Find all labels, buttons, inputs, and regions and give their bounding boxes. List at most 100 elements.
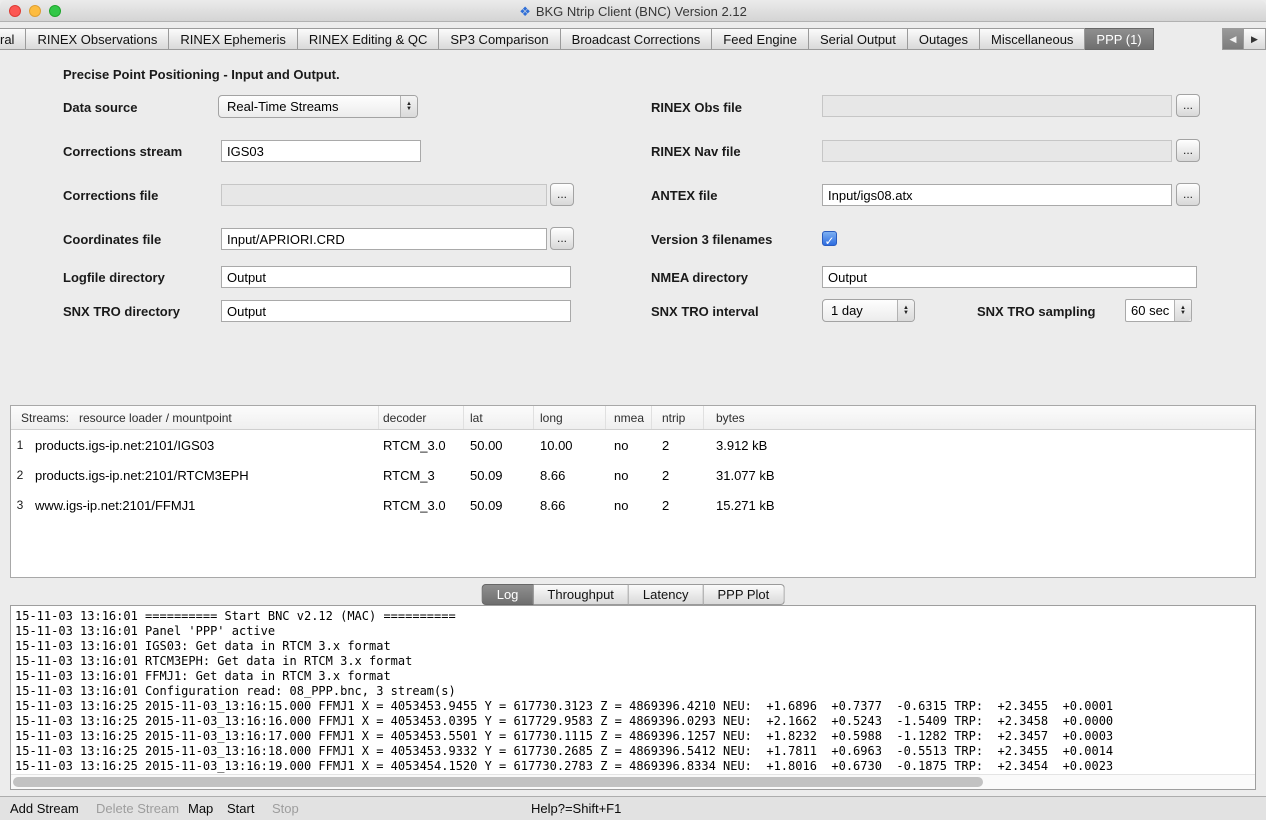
spinner-arrows-icon[interactable]: ▲▼: [1174, 300, 1191, 321]
tab-label: Outages: [919, 32, 968, 47]
log-tabbar: Log Throughput Latency PPP Plot: [482, 584, 785, 605]
version3-filenames-checkbox[interactable]: ✓: [822, 231, 837, 246]
tab-ppp[interactable]: PPP (1): [1085, 28, 1153, 50]
cell-bytes: 3.912 kB: [704, 438, 1255, 453]
tab-label: Miscellaneous: [991, 32, 1073, 47]
window-titlebar[interactable]: ❖ BKG Ntrip Client (BNC) Version 2.12: [0, 0, 1266, 22]
column-header-bytes: bytes: [704, 406, 1255, 429]
tab-broadcast-corrections[interactable]: Broadcast Corrections: [561, 28, 713, 50]
tab-miscellaneous[interactable]: Miscellaneous: [980, 28, 1085, 50]
cell-mountpoint: products.igs-ip.net:2101/RTCM3EPH: [29, 468, 379, 483]
cell-nmea: no: [606, 498, 652, 513]
map-button[interactable]: Map: [188, 801, 213, 816]
rinex-obs-file-browse-button[interactable]: ...: [1176, 94, 1200, 117]
tab-label: PPP (1): [1096, 32, 1141, 47]
tab-outages[interactable]: Outages: [908, 28, 980, 50]
combo-arrows-icon: ▲▼: [400, 96, 417, 117]
snx-tro-interval-label: SNX TRO interval: [651, 304, 759, 319]
chevron-right-icon: ▶: [1251, 34, 1258, 45]
corrections-file-browse-button[interactable]: ...: [550, 183, 574, 206]
corrections-file-input: [221, 184, 547, 206]
tab-rinex-editing-qc[interactable]: RINEX Editing & QC: [298, 28, 440, 50]
data-source-select[interactable]: Real-Time Streams ▲▼: [218, 95, 418, 118]
coordinates-file-input[interactable]: [221, 228, 547, 250]
help-hint: Help?=Shift+F1: [531, 801, 621, 816]
data-source-value: Real-Time Streams: [219, 99, 338, 114]
logfile-directory-input[interactable]: [221, 266, 571, 288]
tab-scroll-right-button[interactable]: ▶: [1244, 28, 1266, 50]
antex-file-browse-button[interactable]: ...: [1176, 183, 1200, 206]
app-icon: ❖: [519, 5, 531, 18]
version3-filenames-label: Version 3 filenames: [651, 232, 772, 247]
corrections-stream-label: Corrections stream: [63, 144, 182, 159]
cell-bytes: 31.077 kB: [704, 468, 1255, 483]
rinex-nav-file-browse-button[interactable]: ...: [1176, 139, 1200, 162]
tab-rinex-ephemeris[interactable]: RINEX Ephemeris: [169, 28, 297, 50]
streams-table: Streams: resource loader / mountpoint de…: [10, 405, 1256, 578]
cell-lat: 50.09: [464, 498, 534, 513]
cell-decoder: RTCM_3: [379, 468, 464, 483]
log-line: 15-11-03 13:16:25 2015-11-03_13:16:19.00…: [15, 759, 1113, 774]
start-button[interactable]: Start: [227, 801, 254, 816]
tab-feed-engine[interactable]: Feed Engine: [712, 28, 809, 50]
tab-label: SP3 Comparison: [450, 32, 548, 47]
bnc-window: ❖ BKG Ntrip Client (BNC) Version 2.12 ra…: [0, 0, 1266, 820]
column-header-decoder: decoder: [379, 406, 464, 429]
rinex-nav-file-label: RINEX Nav file: [651, 144, 741, 159]
tab-rinex-observations[interactable]: RINEX Observations: [26, 28, 169, 50]
snx-tro-sampling-spinner[interactable]: 60 sec ▲▼: [1125, 299, 1192, 322]
antex-file-label: ANTEX file: [651, 188, 717, 203]
column-header-ntrip: ntrip: [652, 406, 704, 429]
streams-table-header: Streams: resource loader / mountpoint de…: [11, 406, 1255, 430]
tab-label: Serial Output: [820, 32, 896, 47]
column-header-lat: lat: [464, 406, 534, 429]
cell-lat: 50.00: [464, 438, 534, 453]
coordinates-file-browse-button[interactable]: ...: [550, 227, 574, 250]
log-line: 15-11-03 13:16:01 RTCM3EPH: Get data in …: [15, 654, 1113, 669]
add-stream-button[interactable]: Add Stream: [10, 801, 79, 816]
log-line: 15-11-03 13:16:01 FFMJ1: Get data in RTC…: [15, 669, 1113, 684]
tab-ppp-plot[interactable]: PPP Plot: [703, 584, 784, 605]
tab-scrollers: ◀ ▶: [1222, 28, 1266, 50]
tab-serial-output[interactable]: Serial Output: [809, 28, 908, 50]
stream-row[interactable]: 3 www.igs-ip.net:2101/FFMJ1 RTCM_3.0 50.…: [11, 490, 1255, 520]
cell-decoder: RTCM_3.0: [379, 498, 464, 513]
tab-label: RINEX Editing & QC: [309, 32, 428, 47]
tab-general-partial[interactable]: ral: [0, 28, 26, 50]
tab-sp3-comparison[interactable]: SP3 Comparison: [439, 28, 560, 50]
checkmark-icon: ✓: [824, 234, 834, 248]
log-horizontal-scrollbar[interactable]: [11, 774, 1255, 789]
cell-ntrip: 2: [652, 438, 704, 453]
tab-scroll-left-button[interactable]: ◀: [1222, 28, 1244, 50]
main-tabbar: ral RINEX Observations RINEX Ephemeris R…: [0, 28, 1222, 50]
cell-nmea: no: [606, 468, 652, 483]
column-header-long: long: [534, 406, 606, 429]
snx-tro-interval-select[interactable]: 1 day ▲▼: [822, 299, 915, 322]
logfile-directory-label: Logfile directory: [63, 270, 165, 285]
antex-file-input[interactable]: [822, 184, 1172, 206]
rinex-obs-file-input: [822, 95, 1172, 117]
snx-tro-interval-value: 1 day: [823, 303, 863, 318]
delete-stream-button: Delete Stream: [96, 801, 179, 816]
stream-row[interactable]: 1 products.igs-ip.net:2101/IGS03 RTCM_3.…: [11, 430, 1255, 460]
scrollbar-thumb[interactable]: [13, 777, 983, 787]
cell-bytes: 15.271 kB: [704, 498, 1255, 513]
cell-long: 10.00: [534, 438, 606, 453]
snx-tro-sampling-value: 60 sec: [1126, 303, 1169, 318]
cell-lat: 50.09: [464, 468, 534, 483]
tab-latency[interactable]: Latency: [629, 584, 704, 605]
column-header-nmea: nmea: [606, 406, 652, 429]
log-line: 15-11-03 13:16:25 2015-11-03_13:16:18.00…: [15, 744, 1113, 759]
corrections-stream-input[interactable]: [221, 140, 421, 162]
log-line: 15-11-03 13:16:01 ========== Start BNC v…: [15, 609, 1113, 624]
tab-throughput[interactable]: Throughput: [533, 584, 629, 605]
tab-label: Broadcast Corrections: [572, 32, 701, 47]
log-text: 15-11-03 13:16:01 ========== Start BNC v…: [15, 609, 1113, 774]
tab-log[interactable]: Log: [482, 584, 534, 605]
log-line: 15-11-03 13:16:25 2015-11-03_13:16:15.00…: [15, 699, 1113, 714]
nmea-directory-input[interactable]: [822, 266, 1197, 288]
log-line: 15-11-03 13:16:01 Configuration read: 08…: [15, 684, 1113, 699]
snx-tro-directory-input[interactable]: [221, 300, 571, 322]
stream-row[interactable]: 2 products.igs-ip.net:2101/RTCM3EPH RTCM…: [11, 460, 1255, 490]
chevron-left-icon: ◀: [1230, 34, 1237, 45]
